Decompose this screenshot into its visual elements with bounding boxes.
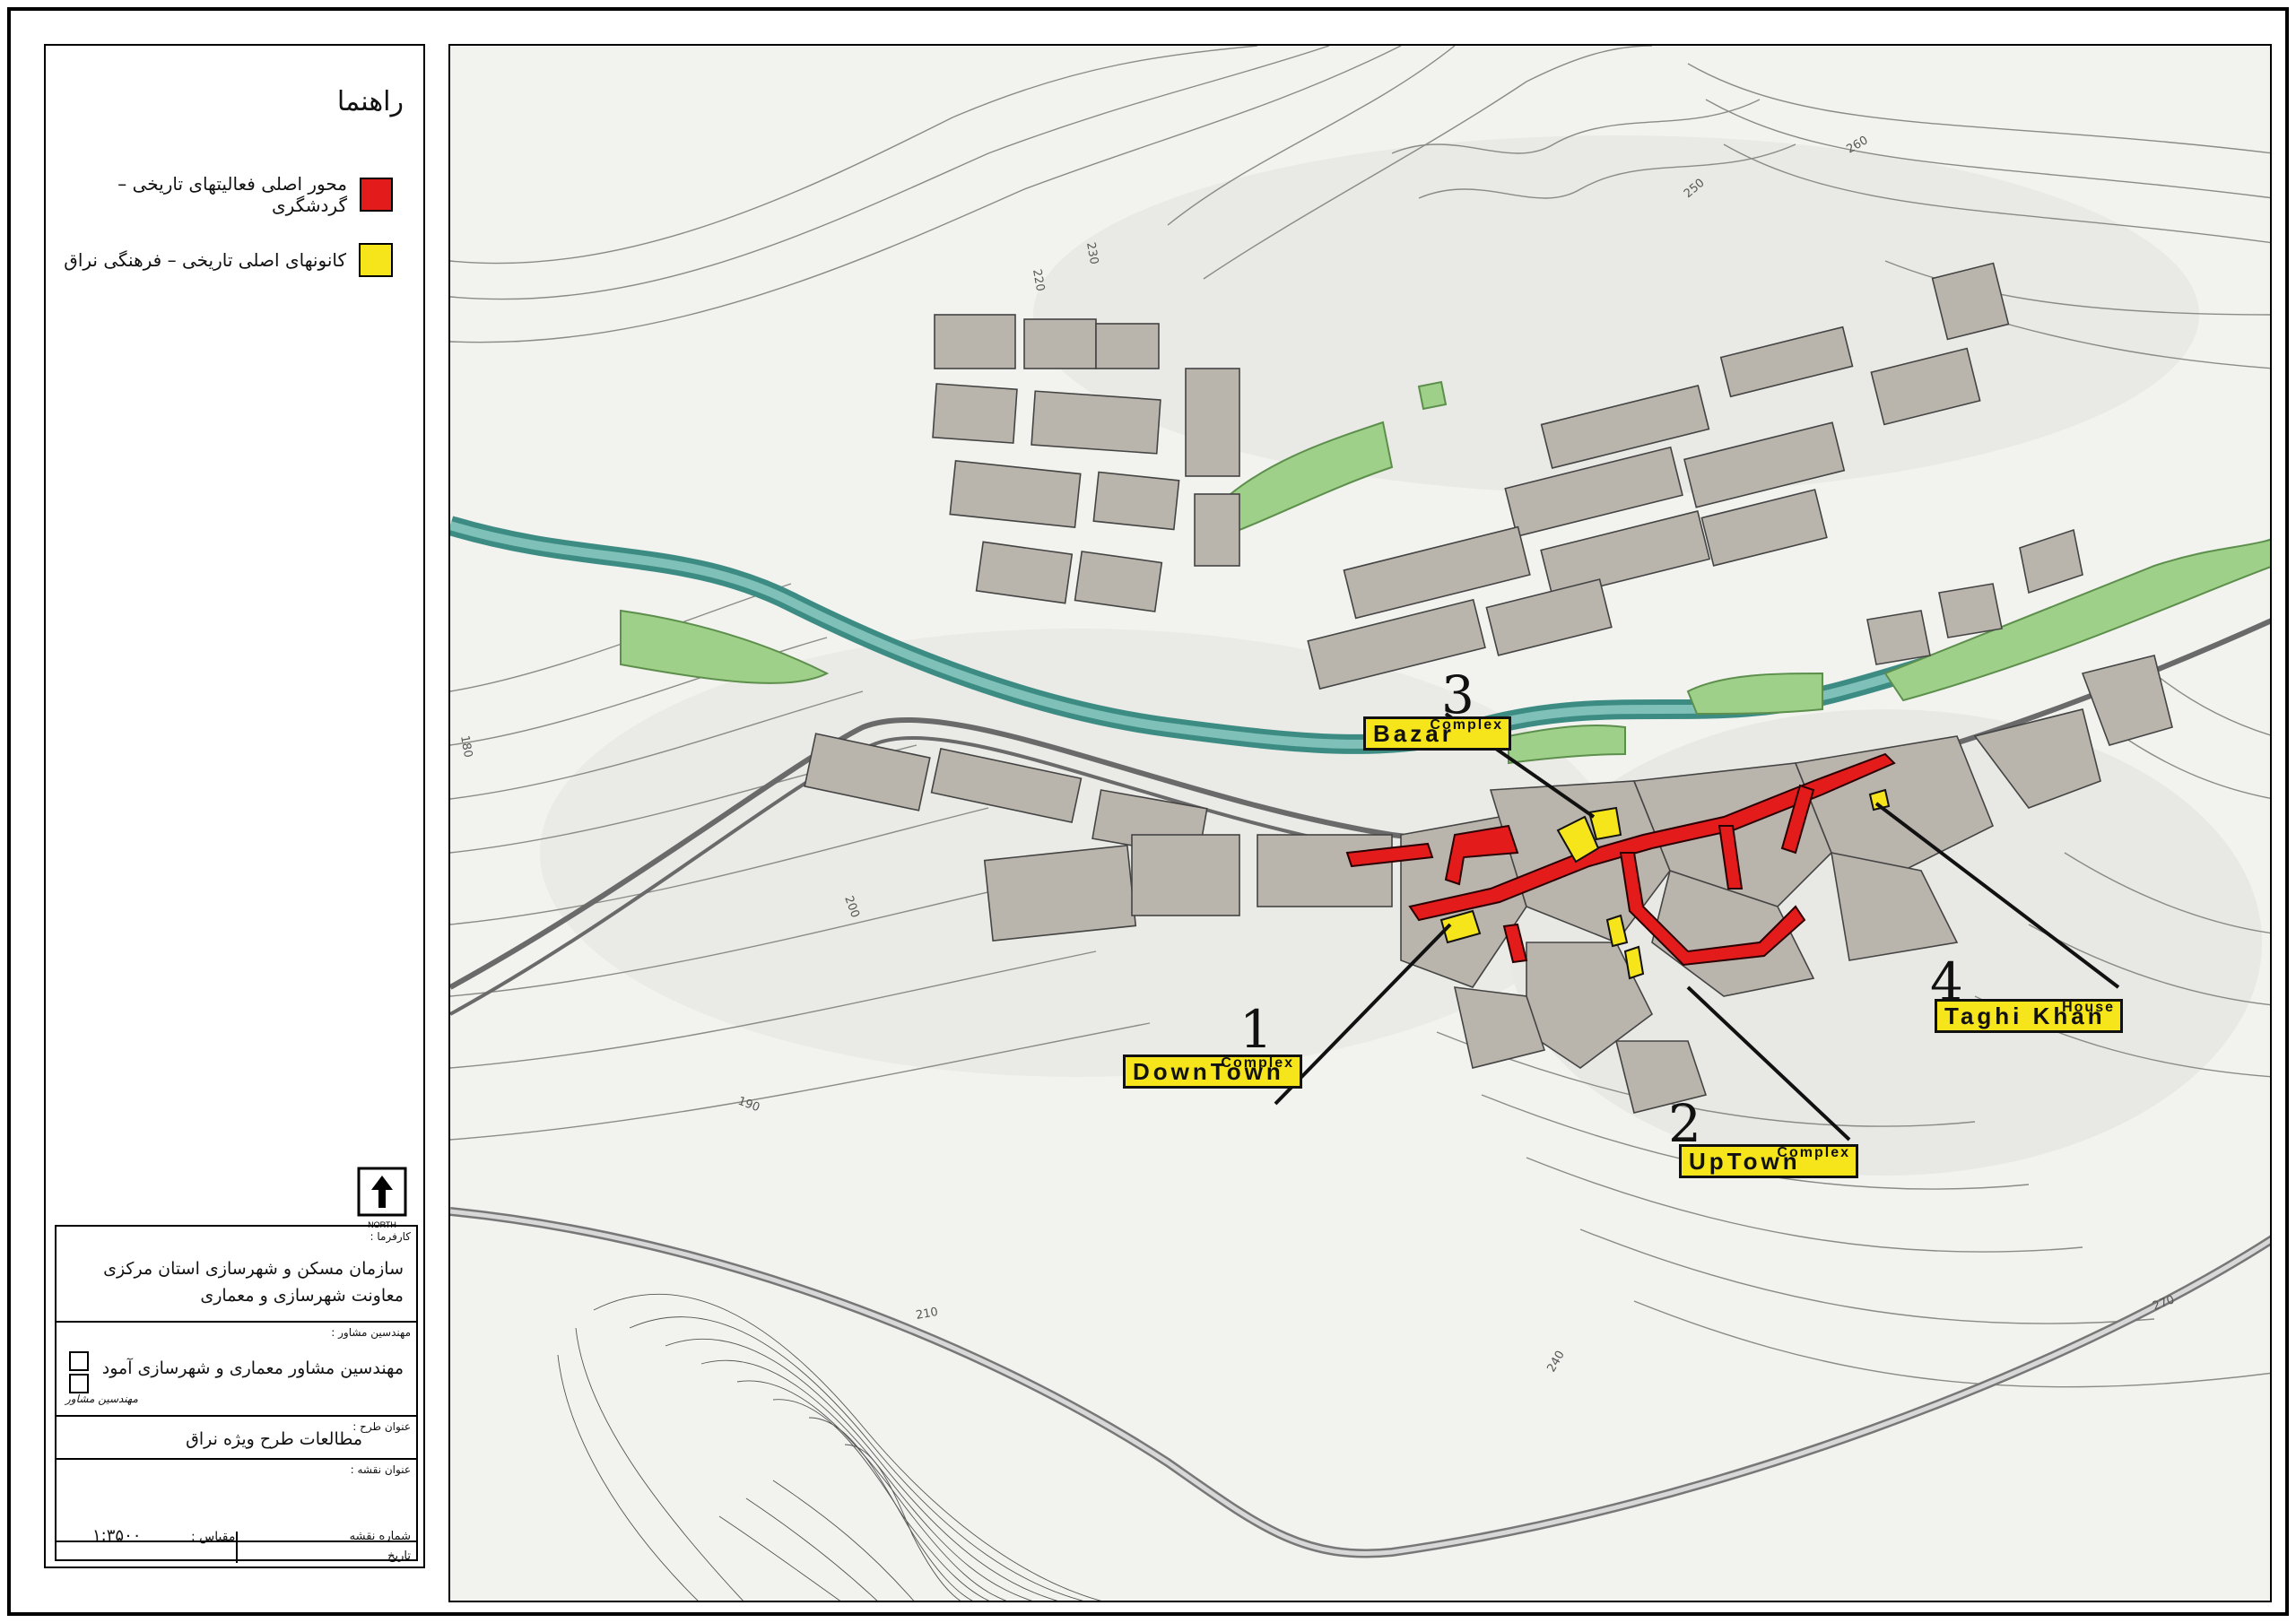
legend-swatch-red [360,178,393,212]
legend-item-historic-cores: کانونهای اصلی تاریخی – فرهنگی نراق [64,243,393,277]
legend-label: محور اصلی فعالیتهای تاریخی – گردشگری [117,173,347,216]
legend-title: راهنما [336,86,404,117]
callout-number: 1 [1239,999,1273,1060]
callout-label-downtown: Complex DownTown [1123,1055,1302,1089]
legend-swatch-yellow [359,243,393,277]
legend-item-tourism-route: محور اصلی فعالیتهای تاریخی – گردشگری [46,173,393,216]
map-frame: 180 190 200 210 220 230 240 250 260 270 … [448,44,2272,1602]
callout-label-uptown: Complex UpTown [1679,1144,1858,1178]
callout-title: DownTown [1133,1058,1284,1085]
client-row: کارفرما : سازمان مسکن و شهرسازی استان مر… [57,1227,416,1323]
map-number-caption: شماره نقشه [349,1530,411,1543]
consultant-logo-icon [69,1351,89,1393]
map-sheet: راهنما محور اصلی فعالیتهای تاریخی – گردش… [7,7,2289,1616]
callout-title: UpTown [1689,1148,1801,1175]
date-caption: تاریخ [387,1549,411,1563]
legend-label: کانونهای اصلی تاریخی – فرهنگی نراق [64,249,346,271]
callout-label-taghi-khan: House Taghi Khan [1935,999,2123,1033]
callout-title: Taghi Khan [1944,1002,2106,1029]
scale-value: ۱:۳۵۰۰ [92,1526,142,1545]
consultant-name: مهندسین مشاور معماری و شهرسازی آمود [101,1358,404,1378]
callout-title: Bazar [1373,720,1455,747]
legend-panel: راهنما محور اصلی فعالیتهای تاریخی – گردش… [44,44,425,1568]
client-line1: سازمان مسکن و شهرسازی استان مرکزی [103,1259,404,1279]
consultant-row: مهندسین مشاور : مهندسین مشاور معماری و ش… [57,1323,416,1417]
project-title: مطالعات طرح ویژه نراق [186,1429,362,1449]
consultant-signature: مهندسین مشاور [65,1393,138,1405]
scale-caption: مقیاس : [191,1530,236,1544]
map-title-caption: عنوان نقشه : [350,1463,411,1476]
map-canvas: 180 190 200 210 220 230 240 250 260 270 [450,46,2270,1601]
client-line2: معاونت شهرسازی و معماری [200,1286,404,1306]
project-row: عنوان طرح : مطالعات طرح ویژه نراق [57,1417,416,1460]
client-caption: کارفرما : [370,1230,411,1243]
consultant-caption: مهندسین مشاور : [331,1326,411,1339]
callout-label-bazar: Complex Bazar [1363,716,1511,751]
title-block: کارفرما : سازمان مسکن و شهرسازی استان مر… [55,1225,418,1563]
